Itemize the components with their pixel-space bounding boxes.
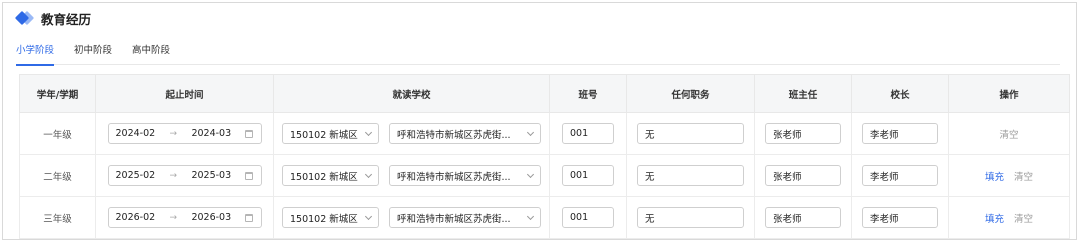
end-date: 2026-03 [191, 212, 232, 223]
chevron-down-icon [526, 212, 535, 220]
tab-primary[interactable]: 小学阶段 [16, 41, 55, 66]
chevron-down-icon [526, 170, 535, 178]
clear-button[interactable]: 清空 [999, 127, 1018, 141]
principal-input[interactable]: 李老师 [862, 165, 938, 186]
education-panel: 教育经历 小学阶段 初中阶段 高中阶段 学年/学期 起止时间 就读学校 班号 任… [2, 2, 1077, 240]
end-date: 2025-03 [191, 170, 232, 181]
col-header-school: 就读学校 [273, 74, 550, 113]
class-number-input[interactable]: 001 [562, 123, 614, 144]
principal-input[interactable]: 李老师 [862, 123, 938, 144]
duty-input[interactable]: 无 [637, 165, 744, 186]
class-number-input[interactable]: 001 [562, 207, 614, 228]
date-range-picker[interactable]: 2024-02 → 2024-03 [107, 123, 262, 144]
clear-button[interactable]: 清空 [1014, 211, 1033, 225]
col-header-head-teacher: 班主任 [754, 74, 852, 113]
tab-junior[interactable]: 初中阶段 [74, 41, 112, 65]
school-select[interactable]: 呼和浩特市新城区苏虎街... [389, 207, 541, 228]
head-teacher-input[interactable]: 张老师 [765, 165, 841, 186]
class-number-input[interactable]: 001 [562, 165, 614, 186]
col-header-actions: 操作 [948, 74, 1070, 113]
fill-button[interactable]: 填充 [985, 169, 1004, 183]
head-teacher-input[interactable]: 张老师 [765, 123, 841, 144]
col-header-duty: 任何职务 [626, 74, 755, 113]
education-table: 学年/学期 起止时间 就读学校 班号 任何职务 班主任 校长 操作 一年级 20… [19, 74, 1070, 239]
duty-input[interactable]: 无 [637, 207, 744, 228]
section-title: 教育经历 [41, 11, 92, 27]
grade-cell: 三年级 [19, 196, 96, 239]
col-header-period: 起止时间 [95, 74, 274, 113]
chevron-down-icon [526, 128, 535, 136]
calendar-icon [245, 213, 254, 222]
school-select[interactable]: 呼和浩特市新城区苏虎街... [389, 123, 541, 144]
chevron-down-icon [364, 128, 373, 136]
district-select[interactable]: 150102 新城区 [282, 165, 379, 186]
school-select[interactable]: 呼和浩特市新城区苏虎街... [389, 165, 541, 186]
calendar-icon [245, 171, 254, 180]
head-teacher-input[interactable]: 张老师 [765, 207, 841, 228]
diamond-logo-icon [14, 10, 35, 26]
duty-input[interactable]: 无 [637, 123, 744, 144]
grade-cell: 二年级 [19, 154, 96, 197]
school-value: 呼和浩特市新城区苏虎街... [397, 213, 511, 225]
start-date: 2025-02 [115, 170, 156, 181]
chevron-down-icon [364, 212, 373, 220]
col-header-grade: 学年/学期 [19, 74, 96, 113]
start-date: 2026-02 [115, 212, 156, 223]
school-value: 呼和浩特市新城区苏虎街... [397, 171, 511, 183]
start-date: 2024-02 [115, 128, 156, 139]
calendar-icon [245, 129, 254, 138]
range-arrow-icon: → [169, 170, 178, 181]
district-select[interactable]: 150102 新城区 [282, 123, 379, 144]
section-header: 教育经历 [14, 8, 92, 28]
principal-input[interactable]: 李老师 [862, 207, 938, 228]
date-range-picker[interactable]: 2026-02 → 2026-03 [107, 207, 262, 228]
chevron-down-icon [364, 170, 373, 178]
table-row: 三年级 2026-02 → 2026-03 150102 新城区 呼和浩特市新城… [19, 196, 1070, 239]
district-value: 150102 新城区 [290, 213, 358, 225]
range-arrow-icon: → [169, 212, 178, 223]
district-value: 150102 新城区 [290, 171, 358, 183]
grade-cell: 一年级 [19, 112, 96, 155]
clear-button[interactable]: 清空 [1014, 169, 1033, 183]
fill-button[interactable]: 填充 [985, 211, 1004, 225]
date-range-picker[interactable]: 2025-02 → 2025-03 [107, 165, 262, 186]
col-header-principal: 校长 [851, 74, 949, 113]
tab-senior[interactable]: 高中阶段 [132, 41, 170, 65]
table-row: 一年级 2024-02 → 2024-03 150102 新城区 呼和浩特市新城… [19, 112, 1070, 155]
district-select[interactable]: 150102 新城区 [282, 207, 379, 228]
table-row: 二年级 2025-02 → 2025-03 150102 新城区 呼和浩特市新城… [19, 154, 1070, 197]
end-date: 2024-03 [191, 128, 232, 139]
school-value: 呼和浩特市新城区苏虎街... [397, 129, 511, 141]
district-value: 150102 新城区 [290, 129, 358, 141]
col-header-class: 班号 [549, 74, 627, 113]
range-arrow-icon: → [169, 128, 178, 139]
stage-tabs: 小学阶段 初中阶段 高中阶段 [16, 41, 1060, 66]
table-header-row: 学年/学期 起止时间 就读学校 班号 任何职务 班主任 校长 操作 [19, 74, 1070, 113]
